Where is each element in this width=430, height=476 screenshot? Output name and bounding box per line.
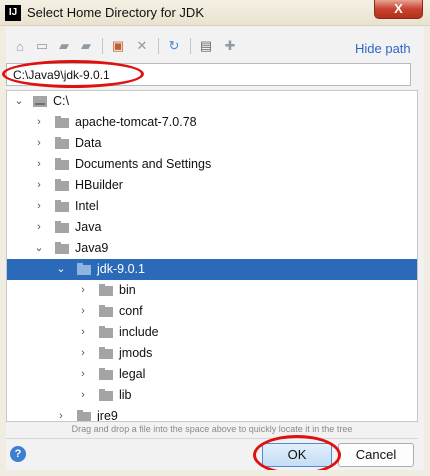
tree-row-label: lib bbox=[119, 388, 132, 402]
tree-row-label: legal bbox=[119, 367, 146, 381]
folder-icon bbox=[77, 263, 91, 275]
tree-row-label: Documents and Settings bbox=[75, 157, 212, 171]
folder-icon bbox=[55, 116, 69, 128]
chevron-right-icon[interactable]: › bbox=[77, 322, 89, 343]
tree-row[interactable]: › jmods bbox=[7, 343, 417, 364]
ok-button[interactable]: OK bbox=[262, 443, 332, 467]
tree-row[interactable]: › Intel bbox=[7, 196, 417, 217]
toolbar-separator bbox=[102, 38, 103, 54]
tree-row-label: Data bbox=[75, 136, 102, 150]
tree-row[interactable]: ⌄ Java9 bbox=[7, 238, 417, 259]
tree-row[interactable]: › HBuilder bbox=[7, 175, 417, 196]
tree-row-label: jdk-9.0.1 bbox=[97, 262, 145, 276]
tree-row-label: apache-tomcat-7.0.78 bbox=[75, 115, 197, 129]
chevron-down-icon[interactable]: ⌄ bbox=[55, 259, 67, 280]
folder-icon bbox=[55, 242, 69, 254]
toolbar-separator bbox=[158, 38, 159, 54]
desktop-icon[interactable]: ▭ bbox=[34, 38, 50, 54]
tree-row[interactable]: › jre9 bbox=[7, 406, 417, 422]
chevron-right-icon[interactable]: › bbox=[77, 343, 89, 364]
window-title: Select Home Directory for JDK bbox=[27, 5, 204, 20]
tree-row[interactable]: › bin bbox=[7, 280, 417, 301]
tree-row-label: C:\ bbox=[53, 94, 69, 108]
folder-icon bbox=[55, 221, 69, 233]
chevron-right-icon[interactable]: › bbox=[33, 112, 45, 133]
chevron-right-icon[interactable]: › bbox=[77, 301, 89, 322]
folder-icon bbox=[99, 305, 113, 317]
delete-icon[interactable]: ✕ bbox=[134, 38, 150, 54]
chevron-right-icon[interactable]: › bbox=[33, 196, 45, 217]
chevron-right-icon[interactable]: › bbox=[77, 364, 89, 385]
folder-icon bbox=[99, 326, 113, 338]
folder-shortcut-icon bbox=[55, 158, 69, 170]
tree-row-label: Java bbox=[75, 220, 102, 234]
tree-row-label: jre9 bbox=[97, 409, 118, 422]
tree-row-label: HBuilder bbox=[75, 178, 123, 192]
tree-row-drive[interactable]: ⌄ C:\ bbox=[7, 91, 417, 112]
folder-icon bbox=[77, 410, 91, 421]
window-border bbox=[424, 26, 430, 476]
drag-drop-hint: Drag and drop a file into the space abov… bbox=[71, 424, 353, 434]
folder-icon bbox=[99, 389, 113, 401]
help-icon[interactable]: ? bbox=[10, 446, 26, 462]
tree-row[interactable]: › Data bbox=[7, 133, 417, 154]
tree-row[interactable]: › Documents and Settings bbox=[7, 154, 417, 175]
module-folder-icon[interactable]: ▰ bbox=[78, 38, 94, 54]
new-folder-icon[interactable]: ▣ bbox=[110, 38, 126, 54]
divider bbox=[6, 438, 418, 439]
window-border bbox=[0, 470, 430, 476]
chevron-right-icon[interactable]: › bbox=[77, 385, 89, 406]
chevron-down-icon[interactable]: ⌄ bbox=[33, 238, 45, 259]
chevron-right-icon[interactable]: › bbox=[77, 280, 89, 301]
project-folder-icon[interactable]: ▰ bbox=[56, 38, 72, 54]
folder-icon bbox=[99, 284, 113, 296]
dialog-body: ⌂ ▭ ▰ ▰ ▣ ✕ ↻ ▤ ✚ Hide path C:\Java9\jdk… bbox=[2, 26, 424, 475]
close-button[interactable]: X bbox=[374, 0, 423, 19]
tree-row-label: Java9 bbox=[75, 241, 109, 255]
tree-row[interactable]: › Java bbox=[7, 217, 417, 238]
title-bar: IJ Select Home Directory for JDK X bbox=[0, 0, 430, 26]
folder-icon bbox=[55, 137, 69, 149]
tree-row-label: jmods bbox=[119, 346, 153, 360]
home-icon[interactable]: ⌂ bbox=[12, 38, 28, 54]
tree-row-label: include bbox=[119, 325, 159, 339]
toolbar: ⌂ ▭ ▰ ▰ ▣ ✕ ↻ ▤ ✚ Hide path bbox=[6, 34, 424, 58]
folder-icon bbox=[99, 347, 113, 359]
intellij-logo-icon: IJ bbox=[5, 5, 21, 21]
chevron-right-icon[interactable]: › bbox=[33, 154, 45, 175]
refresh-icon[interactable]: ↻ bbox=[166, 38, 182, 54]
cancel-button[interactable]: Cancel bbox=[338, 443, 414, 467]
add-path-icon[interactable]: ✚ bbox=[222, 38, 238, 54]
hide-path-link[interactable]: Hide path bbox=[355, 41, 411, 56]
tree-row-label: bin bbox=[119, 283, 136, 297]
path-input[interactable]: C:\Java9\jdk-9.0.1 bbox=[6, 63, 411, 86]
chevron-right-icon[interactable]: › bbox=[33, 175, 45, 196]
chevron-down-icon[interactable]: ⌄ bbox=[13, 91, 25, 112]
directory-tree[interactable]: ⌄ C:\ › apache-tomcat-7.0.78 › Data › Do… bbox=[6, 90, 418, 422]
tree-row[interactable]: › conf bbox=[7, 301, 417, 322]
tree-row[interactable]: › include bbox=[7, 322, 417, 343]
chevron-right-icon[interactable]: › bbox=[33, 217, 45, 238]
tree-row-label: conf bbox=[119, 304, 143, 318]
toolbar-separator bbox=[190, 38, 191, 54]
drive-icon bbox=[33, 96, 47, 107]
folder-icon bbox=[99, 368, 113, 380]
chevron-right-icon[interactable]: › bbox=[33, 133, 45, 154]
tree-row[interactable]: › apache-tomcat-7.0.78 bbox=[7, 112, 417, 133]
folder-icon bbox=[55, 179, 69, 191]
tree-row[interactable]: › legal bbox=[7, 364, 417, 385]
chevron-right-icon[interactable]: › bbox=[55, 406, 67, 421]
folder-icon bbox=[55, 200, 69, 212]
show-hidden-icon[interactable]: ▤ bbox=[198, 38, 214, 54]
tree-row[interactable]: › lib bbox=[7, 385, 417, 406]
tree-row-selected[interactable]: ⌄ jdk-9.0.1 bbox=[7, 259, 417, 280]
tree-row-label: Intel bbox=[75, 199, 99, 213]
